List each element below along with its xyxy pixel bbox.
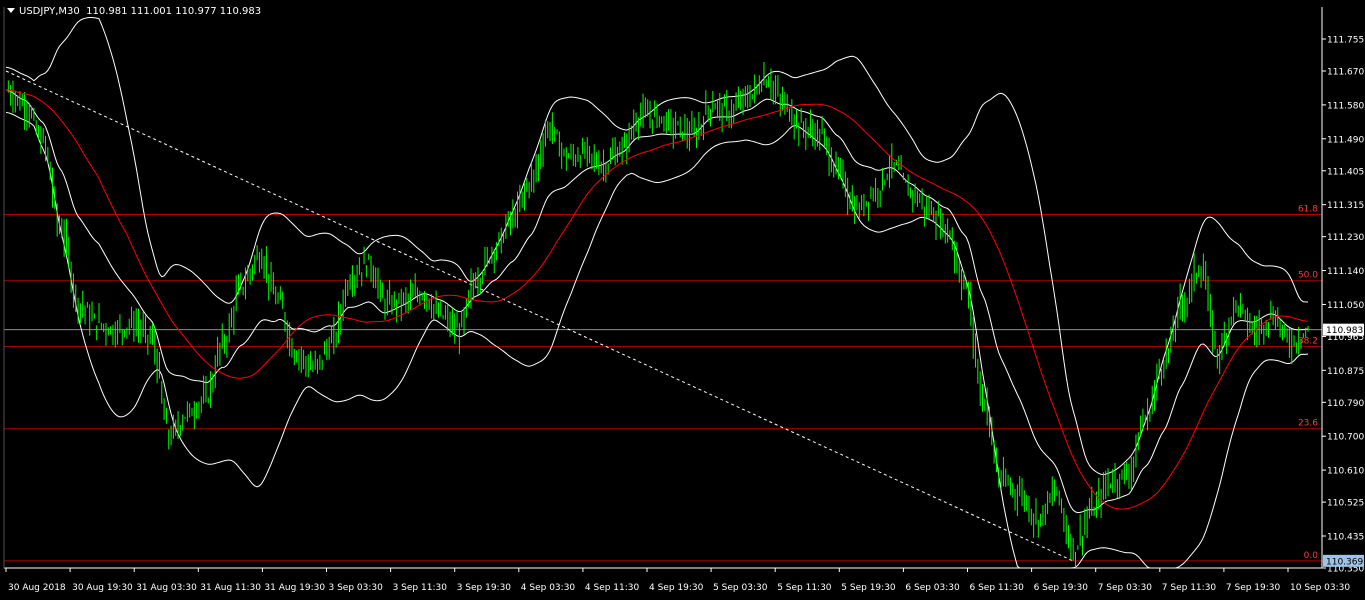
moving-average [5, 89, 1309, 510]
moving-average-line [5, 89, 1309, 510]
y-tick-label-14: 110.525 [1327, 499, 1364, 509]
x-tick-label-9: 4 Sep 11:30 [585, 583, 640, 593]
x-tick-label-1: 30 Aug 19:30 [72, 583, 133, 593]
y-tick-label-13: 110.610 [1327, 467, 1364, 477]
y-tick-label-0: 111.755 [1327, 36, 1364, 46]
x-tick-label-5: 3 Sep 03:30 [329, 583, 384, 593]
low-price-tag-label: 110.369 [1326, 557, 1363, 567]
dropdown-triangle-icon[interactable] [7, 8, 15, 13]
y-tick-label-12: 110.700 [1327, 433, 1364, 443]
fib-label-1: 23.6 [1298, 419, 1318, 429]
y-tick-label-10: 110.875 [1327, 367, 1364, 377]
price-tags: 110.983 110.369 [1323, 323, 1364, 567]
x-tick-label-7: 3 Sep 19:30 [457, 583, 512, 593]
y-tick-label-6: 111.230 [1327, 233, 1364, 243]
price-axis[interactable]: 111.755 111.670 111.580 111.490 111.405 111.3… [1322, 36, 1364, 575]
x-tick-label-14: 6 Sep 03:30 [905, 583, 960, 593]
fib-label-0: 0.0 [1304, 551, 1319, 561]
x-tick-label-10: 4 Sep 19:30 [649, 583, 704, 593]
x-tick-label-17: 7 Sep 03:30 [1098, 583, 1153, 593]
x-tick-label-0: 30 Aug 2018 [8, 583, 66, 593]
x-tick-label-4: 31 Aug 19:30 [264, 583, 325, 593]
trendline [5, 70, 1074, 562]
x-tick-label-2: 31 Aug 03:30 [136, 583, 197, 593]
time-axis[interactable]: 30 Aug 2018 30 Aug 19:30 31 Aug 03:30 31 Au… [5, 568, 1350, 593]
fibonacci-levels: 0.023.638.250.061.8 [4, 204, 1322, 562]
y-tick-label-15: 110.435 [1327, 532, 1364, 542]
x-tick-label-8: 4 Sep 03:30 [521, 583, 576, 593]
y-tick-label-4: 111.405 [1327, 167, 1364, 177]
trendline-layer[interactable] [5, 70, 1074, 562]
x-tick-label-11: 5 Sep 03:30 [713, 583, 768, 593]
x-tick-label-6: 3 Sep 11:30 [393, 583, 448, 593]
x-tick-label-16: 6 Sep 19:30 [1034, 583, 1089, 593]
y-tick-label-1: 111.670 [1327, 68, 1364, 78]
x-tick-label-18: 7 Sep 11:30 [1162, 583, 1217, 593]
fib-label-4: 61.8 [1298, 204, 1318, 214]
fib-label-3: 50.0 [1298, 271, 1318, 281]
x-tick-label-3: 31 Aug 11:30 [200, 583, 261, 593]
price-chart[interactable]: 0.023.638.250.061.8 111.755111.670111.58… [0, 0, 1365, 600]
current-price-tag-label: 110.983 [1326, 326, 1363, 336]
y-tick-label-3: 111.490 [1327, 135, 1364, 145]
y-tick-label-11: 110.790 [1327, 399, 1364, 409]
y-tick-label-7: 111.140 [1327, 267, 1364, 277]
x-tick-label-12: 5 Sep 11:30 [777, 583, 832, 593]
x-tick-label-15: 6 Sep 11:30 [970, 583, 1025, 593]
symbol-label: USDJPY,M30 [19, 6, 80, 17]
x-tick-label-20: 10 Sep 03:30 [1290, 583, 1350, 593]
chart-header: USDJPY,M30 110.981 111.001 110.977 110.9… [7, 6, 261, 17]
y-tick-label-2: 111.580 [1327, 101, 1364, 111]
y-tick-label-8: 111.050 [1327, 301, 1364, 311]
x-tick-label-19: 7 Sep 19:30 [1226, 583, 1281, 593]
bollinger-middle [5, 89, 1309, 514]
x-tick-label-13: 5 Sep 19:30 [841, 583, 896, 593]
y-tick-label-5: 111.315 [1327, 201, 1364, 211]
candlesticks [7, 62, 1309, 568]
ohlc-values: 110.981 111.001 110.977 110.983 [86, 6, 262, 17]
